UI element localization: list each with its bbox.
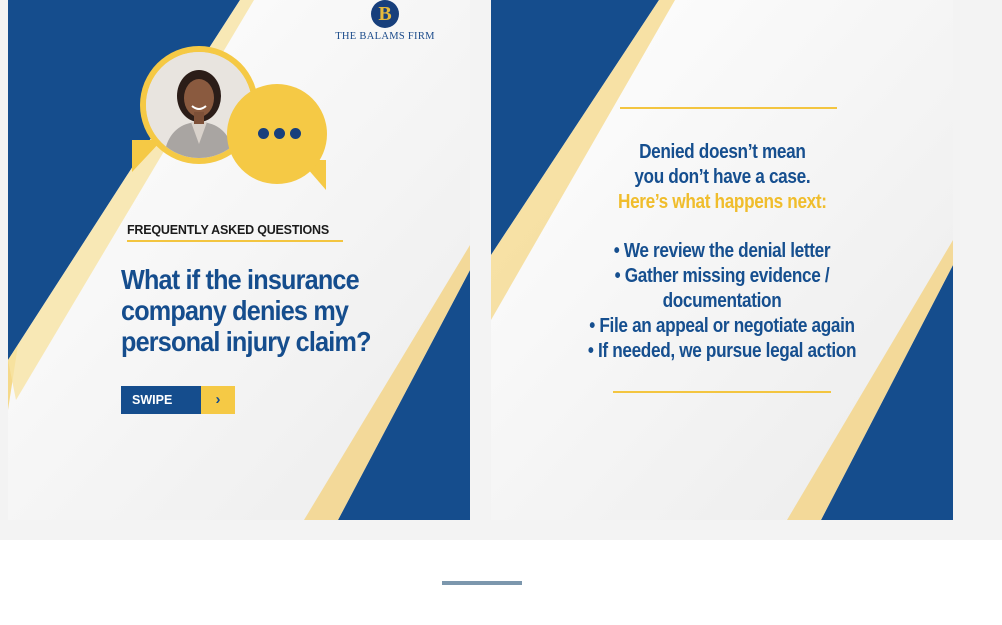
divider-top (620, 107, 837, 109)
faq-question: What if the insurance company denies my … (121, 264, 391, 357)
ellipsis-icon (258, 128, 301, 139)
dot (258, 128, 269, 139)
list-item: • Gather missing evidence / (614, 265, 830, 287)
swipe-button[interactable]: SWIPE › (121, 386, 235, 414)
subhead-text: Here’s what happens next: (617, 191, 827, 213)
divider-bottom (613, 391, 831, 393)
logo-mark: B (371, 0, 399, 28)
subhead: Here’s what happens next: (531, 190, 913, 215)
question-line: What if the insurance (121, 264, 360, 295)
swipe-label: SWIPE (121, 386, 201, 414)
chevron-right-icon: › (201, 386, 235, 414)
question-line: personal injury claim? (121, 326, 371, 357)
carousel-scroll-indicator[interactable] (442, 581, 522, 585)
carousel-slide-answer[interactable]: Denied doesn’t mean you don’t have a cas… (491, 0, 953, 520)
list-item: • If needed, we pursue legal action (587, 340, 857, 362)
carousel-slide-faq[interactable]: B THE BALAMS FIRM FREQUENTLY ASKED QUEST… (8, 0, 470, 520)
headline-line: you don’t have a case. (634, 166, 810, 188)
list-item: • File an appeal or negotiate again (589, 315, 855, 337)
eyebrow-underline (127, 240, 343, 242)
dot (290, 128, 301, 139)
faq-eyebrow: FREQUENTLY ASKED QUESTIONS (127, 223, 330, 237)
headline-line: Denied doesn’t mean (638, 141, 806, 163)
question-line: company denies my (121, 295, 349, 326)
list-item: documentation (662, 290, 782, 312)
steps-list: • We review the denial letter • Gather m… (531, 239, 913, 364)
logo-text: THE BALAMS FIRM (335, 31, 435, 42)
dot (274, 128, 285, 139)
headline: Denied doesn’t mean you don’t have a cas… (531, 140, 913, 190)
list-item: • We review the denial letter (613, 240, 831, 262)
firm-logo: B THE BALAMS FIRM (332, 0, 438, 42)
